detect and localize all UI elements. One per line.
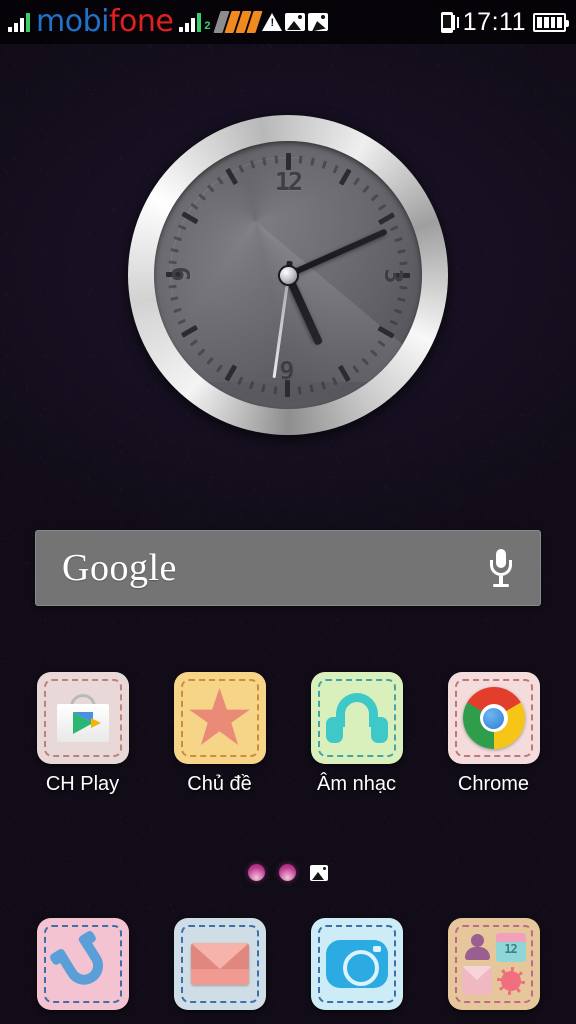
- play-store-tile[interactable]: [36, 672, 129, 764]
- app-icon-chrome[interactable]: Chrome: [436, 672, 552, 795]
- app-drawer-tile[interactable]: 12: [447, 918, 540, 1010]
- data-network-icon: [213, 11, 264, 33]
- envelope-icon: [190, 943, 249, 985]
- app-label: Chủ đề: [187, 773, 252, 795]
- clock-numeral-9: 9: [167, 268, 197, 282]
- chrome-icon: [462, 687, 525, 749]
- app-label: Âm nhạc: [317, 773, 396, 795]
- dock-item-camera[interactable]: [299, 918, 415, 1010]
- carrier-name-suffix: fone: [108, 4, 174, 39]
- mail-mini-icon: [461, 966, 492, 995]
- carrier-name: mobifone: [36, 4, 174, 39]
- clock-numeral-3: 3: [378, 268, 408, 282]
- dock: 12: [0, 918, 576, 1010]
- search-input[interactable]: Google: [62, 549, 177, 587]
- phone-tile[interactable]: [36, 918, 129, 1010]
- battery-icon: [533, 12, 569, 32]
- clock-face: 12 3 6 9: [154, 141, 422, 409]
- microphone-icon[interactable]: [488, 549, 514, 587]
- screenshot-icon: [310, 864, 328, 881]
- theme-tile[interactable]: [173, 672, 266, 764]
- status-bar-clock: 17:11: [462, 7, 526, 36]
- play-store-icon: [56, 694, 109, 742]
- google-search-bar[interactable]: Google: [35, 530, 541, 606]
- app-drawer-icon: 12: [461, 933, 526, 995]
- app-grid: CH Play Chủ đề Âm nhạc Chrome: [0, 672, 576, 795]
- dock-item-app-drawer[interactable]: 12: [436, 918, 552, 1010]
- status-bar[interactable]: mobifone 2 17:11: [0, 0, 576, 44]
- dock-item-phone[interactable]: [25, 918, 141, 1010]
- music-tile[interactable]: [310, 672, 403, 764]
- messaging-tile[interactable]: [173, 918, 266, 1010]
- vibrate-mode-icon: [439, 11, 459, 33]
- calendar-day: 12: [504, 942, 517, 956]
- settings-sun-mini-icon: [496, 966, 526, 995]
- page-indicator[interactable]: [0, 864, 576, 881]
- calendar-mini-icon: 12: [495, 933, 526, 962]
- clock-center-hub: [279, 266, 297, 284]
- screenshot-edit-icon: [308, 13, 329, 31]
- clock-numeral-6: 6: [281, 355, 295, 384]
- signal-bars-sim2-icon: 2: [179, 12, 210, 32]
- app-icon-am-nhac[interactable]: Âm nhạc: [299, 672, 415, 795]
- chrome-tile[interactable]: [447, 672, 540, 764]
- status-bar-right: 17:11: [439, 7, 576, 36]
- dock-item-messaging[interactable]: [162, 918, 278, 1010]
- screenshot-icon: [285, 13, 306, 31]
- app-label: CH Play: [45, 773, 120, 795]
- camera-icon: [325, 940, 388, 988]
- app-icon-ch-play[interactable]: CH Play: [25, 672, 141, 795]
- camera-tile[interactable]: [310, 918, 403, 1010]
- signal-bars-icon: [8, 12, 30, 32]
- sim2-label: 2: [204, 20, 211, 32]
- page-dot-1[interactable]: [248, 864, 265, 881]
- page-dot-2[interactable]: [279, 864, 296, 881]
- headphones-icon: [325, 693, 388, 743]
- clock-numeral-12: 12: [274, 167, 303, 196]
- status-bar-left: mobifone 2: [0, 4, 329, 39]
- app-icon-chu-de[interactable]: Chủ đề: [162, 672, 278, 795]
- carrier-name-prefix: mobi: [36, 4, 109, 39]
- warning-triangle-icon: [262, 13, 283, 31]
- home-screen: mobifone 2 17:11: [0, 0, 576, 1024]
- analog-clock-widget[interactable]: 12 3 6 9: [128, 115, 448, 435]
- contacts-mini-icon: [462, 933, 492, 962]
- app-label: Chrome: [457, 773, 530, 795]
